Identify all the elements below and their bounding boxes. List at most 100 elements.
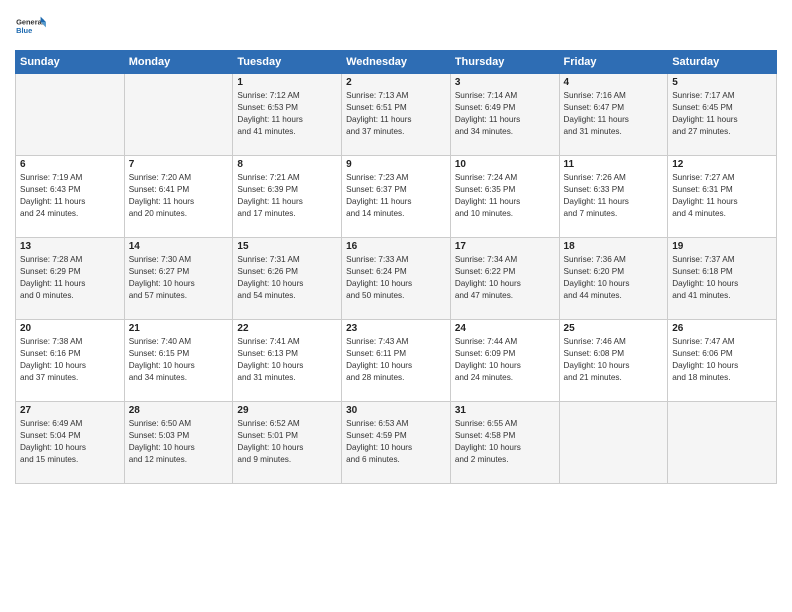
- day-cell: [668, 402, 777, 484]
- day-info: Sunrise: 6:55 AM Sunset: 4:58 PM Dayligh…: [455, 418, 555, 466]
- day-info: Sunrise: 7:46 AM Sunset: 6:08 PM Dayligh…: [564, 336, 664, 384]
- day-cell: 14 Sunrise: 7:30 AM Sunset: 6:27 PM Dayli…: [124, 238, 233, 320]
- day-cell: 19 Sunrise: 7:37 AM Sunset: 6:18 PM Dayli…: [668, 238, 777, 320]
- day-number: 31: [455, 405, 555, 416]
- day-info: Sunrise: 7:13 AM Sunset: 6:51 PM Dayligh…: [346, 90, 446, 138]
- day-info: Sunrise: 7:27 AM Sunset: 6:31 PM Dayligh…: [672, 172, 772, 220]
- day-number: 27: [20, 405, 120, 416]
- day-number: 20: [20, 323, 120, 334]
- day-cell: 1Sunrise: 7:12 AM Sunset: 6:53 PM Daylig…: [233, 74, 342, 156]
- day-cell: 31 Sunrise: 6:55 AM Sunset: 4:58 PM Dayli…: [450, 402, 559, 484]
- day-info: Sunrise: 7:33 AM Sunset: 6:24 PM Dayligh…: [346, 254, 446, 302]
- day-cell: 27 Sunrise: 6:49 AM Sunset: 5:04 PM Dayli…: [16, 402, 125, 484]
- weekday-header-thursday: Thursday: [450, 51, 559, 74]
- day-cell: [16, 74, 125, 156]
- day-info: Sunrise: 7:19 AM Sunset: 6:43 PM Dayligh…: [20, 172, 120, 220]
- day-number: 4: [564, 77, 664, 88]
- day-info: Sunrise: 7:40 AM Sunset: 6:15 PM Dayligh…: [129, 336, 229, 384]
- day-cell: 15 Sunrise: 7:31 AM Sunset: 6:26 PM Dayli…: [233, 238, 342, 320]
- day-info: Sunrise: 7:38 AM Sunset: 6:16 PM Dayligh…: [20, 336, 120, 384]
- day-cell: 25Sunrise: 7:46 AM Sunset: 6:08 PM Dayli…: [559, 320, 668, 402]
- day-info: Sunrise: 7:37 AM Sunset: 6:18 PM Dayligh…: [672, 254, 772, 302]
- day-info: Sunrise: 7:12 AM Sunset: 6:53 PM Dayligh…: [237, 90, 337, 138]
- day-info: Sunrise: 7:21 AM Sunset: 6:39 PM Dayligh…: [237, 172, 337, 220]
- day-cell: 17 Sunrise: 7:34 AM Sunset: 6:22 PM Dayli…: [450, 238, 559, 320]
- day-number: 2: [346, 77, 446, 88]
- svg-text:General: General: [16, 18, 44, 27]
- day-cell: 30 Sunrise: 6:53 AM Sunset: 4:59 PM Dayli…: [342, 402, 451, 484]
- day-cell: 20 Sunrise: 7:38 AM Sunset: 6:16 PM Dayli…: [16, 320, 125, 402]
- header: General Blue: [15, 10, 777, 42]
- day-info: Sunrise: 7:28 AM Sunset: 6:29 PM Dayligh…: [20, 254, 120, 302]
- day-info: Sunrise: 7:26 AM Sunset: 6:33 PM Dayligh…: [564, 172, 664, 220]
- weekday-header-saturday: Saturday: [668, 51, 777, 74]
- week-row-0: 1Sunrise: 7:12 AM Sunset: 6:53 PM Daylig…: [16, 74, 777, 156]
- day-info: Sunrise: 7:14 AM Sunset: 6:49 PM Dayligh…: [455, 90, 555, 138]
- day-cell: 6 Sunrise: 7:19 AM Sunset: 6:43 PM Daylig…: [16, 156, 125, 238]
- weekday-header-monday: Monday: [124, 51, 233, 74]
- day-number: 19: [672, 241, 772, 252]
- day-cell: 12 Sunrise: 7:27 AM Sunset: 6:31 PM Dayli…: [668, 156, 777, 238]
- day-info: Sunrise: 7:44 AM Sunset: 6:09 PM Dayligh…: [455, 336, 555, 384]
- day-cell: 2 Sunrise: 7:13 AM Sunset: 6:51 PM Daylig…: [342, 74, 451, 156]
- weekday-header-sunday: Sunday: [16, 51, 125, 74]
- day-cell: [559, 402, 668, 484]
- svg-text:Blue: Blue: [16, 26, 32, 35]
- day-info: Sunrise: 7:20 AM Sunset: 6:41 PM Dayligh…: [129, 172, 229, 220]
- day-cell: 22 Sunrise: 7:41 AM Sunset: 6:13 PM Dayli…: [233, 320, 342, 402]
- day-info: Sunrise: 7:24 AM Sunset: 6:35 PM Dayligh…: [455, 172, 555, 220]
- day-number: 13: [20, 241, 120, 252]
- day-number: 7: [129, 159, 229, 170]
- day-number: 30: [346, 405, 446, 416]
- day-info: Sunrise: 7:30 AM Sunset: 6:27 PM Dayligh…: [129, 254, 229, 302]
- day-cell: 3 Sunrise: 7:14 AM Sunset: 6:49 PM Daylig…: [450, 74, 559, 156]
- day-info: Sunrise: 6:52 AM Sunset: 5:01 PM Dayligh…: [237, 418, 337, 466]
- day-number: 9: [346, 159, 446, 170]
- day-info: Sunrise: 7:41 AM Sunset: 6:13 PM Dayligh…: [237, 336, 337, 384]
- day-number: 28: [129, 405, 229, 416]
- day-number: 29: [237, 405, 337, 416]
- day-number: 6: [20, 159, 120, 170]
- day-number: 5: [672, 77, 772, 88]
- day-info: Sunrise: 7:31 AM Sunset: 6:26 PM Dayligh…: [237, 254, 337, 302]
- day-info: Sunrise: 7:36 AM Sunset: 6:20 PM Dayligh…: [564, 254, 664, 302]
- day-cell: 18Sunrise: 7:36 AM Sunset: 6:20 PM Dayli…: [559, 238, 668, 320]
- day-number: 16: [346, 241, 446, 252]
- day-cell: 5 Sunrise: 7:17 AM Sunset: 6:45 PM Daylig…: [668, 74, 777, 156]
- weekday-header-row: SundayMondayTuesdayWednesdayThursdayFrid…: [16, 51, 777, 74]
- weekday-header-tuesday: Tuesday: [233, 51, 342, 74]
- day-number: 17: [455, 241, 555, 252]
- day-info: Sunrise: 7:34 AM Sunset: 6:22 PM Dayligh…: [455, 254, 555, 302]
- day-number: 23: [346, 323, 446, 334]
- day-number: 15: [237, 241, 337, 252]
- day-info: Sunrise: 6:50 AM Sunset: 5:03 PM Dayligh…: [129, 418, 229, 466]
- day-number: 10: [455, 159, 555, 170]
- day-info: Sunrise: 6:49 AM Sunset: 5:04 PM Dayligh…: [20, 418, 120, 466]
- logo-icon: General Blue: [15, 10, 47, 42]
- day-number: 24: [455, 323, 555, 334]
- day-number: 21: [129, 323, 229, 334]
- week-row-4: 27 Sunrise: 6:49 AM Sunset: 5:04 PM Dayli…: [16, 402, 777, 484]
- day-info: Sunrise: 6:53 AM Sunset: 4:59 PM Dayligh…: [346, 418, 446, 466]
- day-info: Sunrise: 7:17 AM Sunset: 6:45 PM Dayligh…: [672, 90, 772, 138]
- day-cell: 26Sunrise: 7:47 AM Sunset: 6:06 PM Dayli…: [668, 320, 777, 402]
- calendar-table: SundayMondayTuesdayWednesdayThursdayFrid…: [15, 50, 777, 484]
- day-cell: 11Sunrise: 7:26 AM Sunset: 6:33 PM Dayli…: [559, 156, 668, 238]
- week-row-1: 6 Sunrise: 7:19 AM Sunset: 6:43 PM Daylig…: [16, 156, 777, 238]
- weekday-header-wednesday: Wednesday: [342, 51, 451, 74]
- week-row-2: 13 Sunrise: 7:28 AM Sunset: 6:29 PM Dayli…: [16, 238, 777, 320]
- weekday-header-friday: Friday: [559, 51, 668, 74]
- day-cell: 21 Sunrise: 7:40 AM Sunset: 6:15 PM Dayli…: [124, 320, 233, 402]
- day-number: 12: [672, 159, 772, 170]
- day-number: 22: [237, 323, 337, 334]
- day-cell: 16 Sunrise: 7:33 AM Sunset: 6:24 PM Dayli…: [342, 238, 451, 320]
- day-info: Sunrise: 7:47 AM Sunset: 6:06 PM Dayligh…: [672, 336, 772, 384]
- day-number: 14: [129, 241, 229, 252]
- main-container: General Blue SundayMondayTuesdayWednesda…: [0, 0, 792, 612]
- day-cell: 4Sunrise: 7:16 AM Sunset: 6:47 PM Daylig…: [559, 74, 668, 156]
- day-info: Sunrise: 7:23 AM Sunset: 6:37 PM Dayligh…: [346, 172, 446, 220]
- day-number: 8: [237, 159, 337, 170]
- day-cell: 13 Sunrise: 7:28 AM Sunset: 6:29 PM Dayli…: [16, 238, 125, 320]
- week-row-3: 20 Sunrise: 7:38 AM Sunset: 6:16 PM Dayli…: [16, 320, 777, 402]
- day-number: 3: [455, 77, 555, 88]
